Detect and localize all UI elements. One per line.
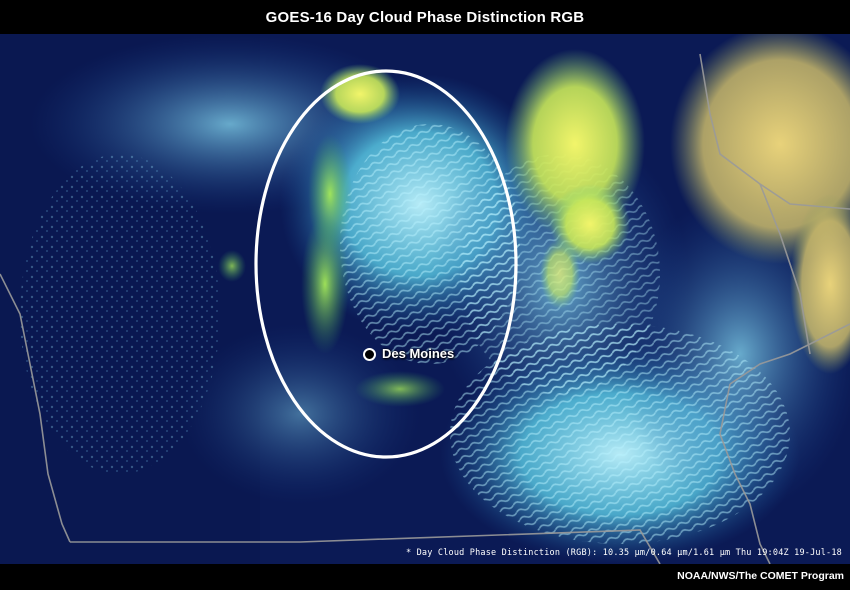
convective-line-central (301, 214, 349, 354)
city-label-des-moines: Des Moines (382, 346, 455, 361)
cloud-yellow-north (320, 64, 400, 124)
product-caption: * Day Cloud Phase Distinction (RGB): 10.… (405, 548, 842, 558)
credit-text: NOAA/NWS/The COMET Program (677, 570, 844, 582)
satellite-image (0, 34, 850, 564)
page-title: GOES-16 Day Cloud Phase Distinction RGB (265, 8, 585, 26)
satellite-map-svg (0, 34, 850, 564)
title-bar: GOES-16 Day Cloud Phase Distinction RGB (0, 0, 850, 34)
des-moines-marker (363, 348, 376, 361)
credit-bar: NOAA/NWS/The COMET Program (0, 564, 850, 590)
